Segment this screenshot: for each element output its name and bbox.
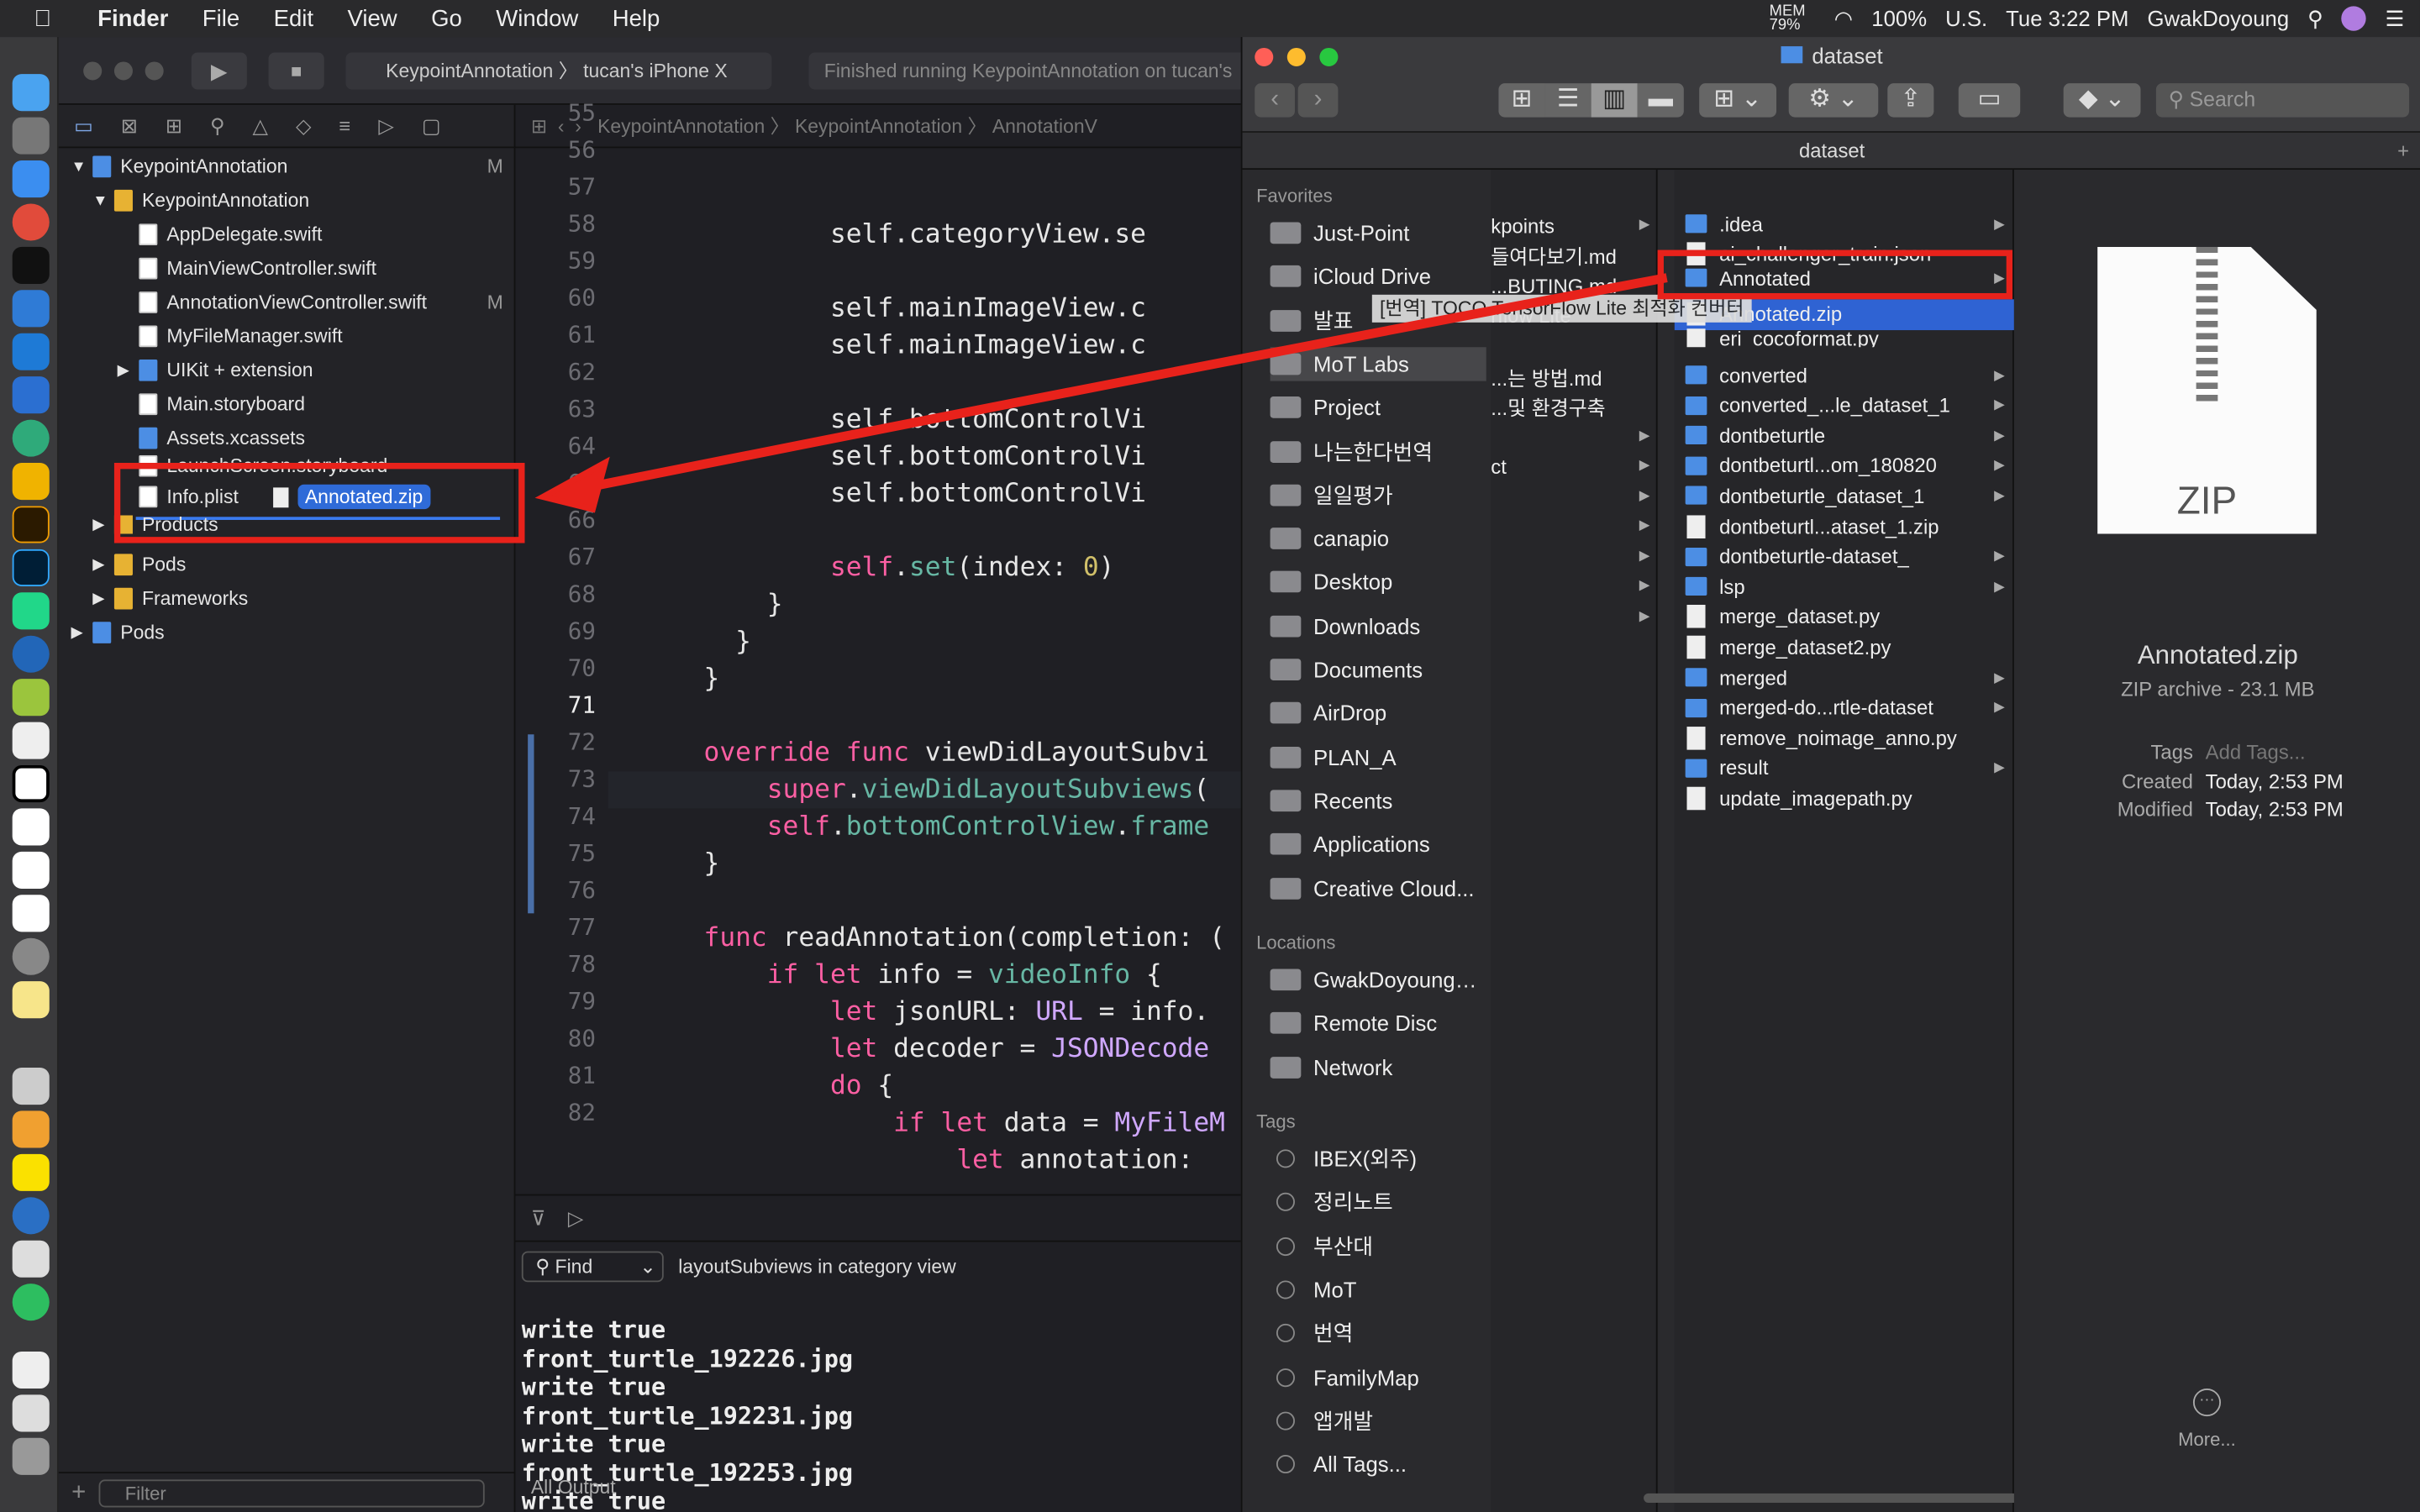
drag-arrow [534, 273, 1668, 513]
